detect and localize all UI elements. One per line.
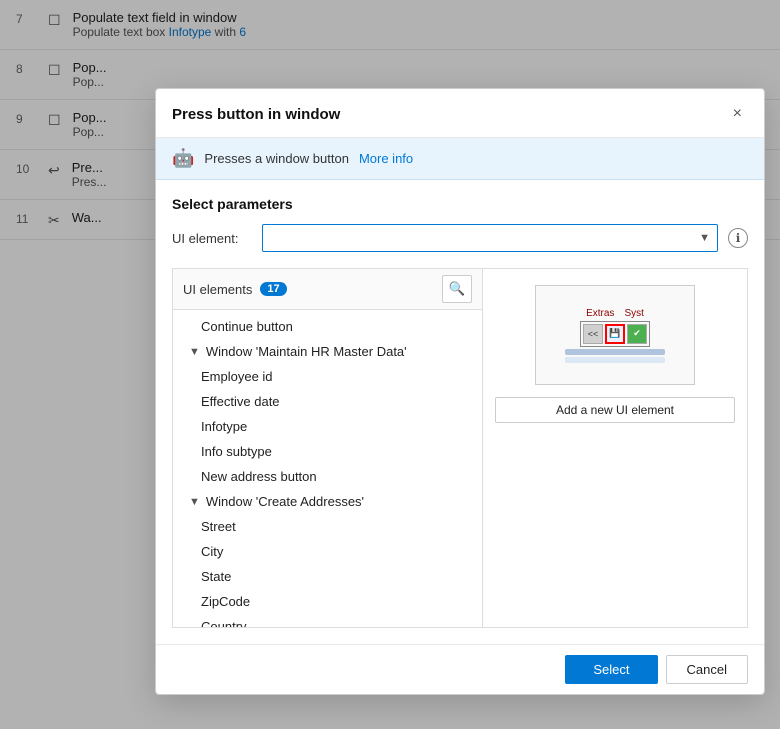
tree-item[interactable]: Effective date [173,389,482,414]
expand-icon: ▼ [189,346,200,358]
tree-item-label: Window 'Create Addresses' [206,494,364,509]
tree-item-label: Employee id [201,369,273,384]
press-button-modal: Press button in window × 🤖 Presses a win… [155,88,765,695]
tree-item[interactable]: State [173,564,482,589]
info-banner: 🤖 Presses a window button More info [156,138,764,180]
sap-menu-bar: Extras Syst [586,308,644,319]
panel-header: UI elements 17 🔍 [173,269,482,310]
robot-icon: 🤖 [172,148,194,169]
sap-toolbar-preview: Extras Syst << 💾 ✔ [565,308,665,363]
tree-item[interactable]: City [173,539,482,564]
sap-back-btn: << [583,324,603,344]
tree-item-label: ZipCode [201,594,250,609]
close-button[interactable]: × [727,103,748,125]
ui-elements-tree[interactable]: Continue button▼Window 'Maintain HR Mast… [173,310,482,627]
sap-line-1 [565,349,665,355]
tree-item-label: Continue button [201,319,293,334]
add-ui-element-button[interactable]: Add a new UI element [495,397,735,423]
tree-item[interactable]: Employee id [173,364,482,389]
two-column-layout: UI elements 17 🔍 Continue button▼Window … [172,268,748,628]
tree-item-label: City [201,544,223,559]
modal-body: Select parameters UI element: ▼ ℹ UI ele… [156,180,764,644]
tree-item-label: Infotype [201,419,247,434]
more-info-link[interactable]: More info [359,151,413,166]
search-icon: 🔍 [449,281,466,297]
tree-item[interactable]: Country [173,614,482,627]
expand-icon: ▼ [189,496,200,508]
info-icon-button[interactable]: ℹ [728,228,748,248]
tree-item[interactable]: ▼ Window 'Maintain HR Master Data' [173,339,482,364]
elements-badge: 17 [260,282,286,296]
sap-check-btn: ✔ [627,324,647,344]
cancel-button[interactable]: Cancel [666,655,748,684]
tree-item-label: State [201,569,231,584]
modal-title: Press button in window [172,106,340,123]
tree-item-label: Street [201,519,236,534]
ui-element-field-row: UI element: ▼ ℹ [172,224,748,252]
sap-save-btn: 💾 [605,324,625,344]
search-button[interactable]: 🔍 [442,275,472,303]
section-title: Select parameters [172,196,748,212]
tree-item[interactable]: ZipCode [173,589,482,614]
tree-item-label: New address button [201,469,317,484]
tree-item[interactable]: Info subtype [173,439,482,464]
preview-panel: Extras Syst << 💾 ✔ Add a new UI element [482,268,748,628]
ui-element-select[interactable] [262,224,718,252]
ui-elements-panel: UI elements 17 🔍 Continue button▼Window … [172,268,482,628]
select-button[interactable]: Select [565,655,657,684]
sap-button-row: << 💾 ✔ [580,321,650,347]
tree-item[interactable]: Continue button [173,314,482,339]
tree-item-label: Country [201,619,247,627]
info-text: Presses a window button [204,151,349,166]
tree-item[interactable]: ▼ Window 'Create Addresses' [173,489,482,514]
syst-menu: Syst [624,308,643,319]
tree-item-label: Effective date [201,394,280,409]
tree-item[interactable]: New address button [173,464,482,489]
extras-menu: Extras [586,308,614,319]
ui-element-select-wrap: ▼ [262,224,718,252]
tree-item[interactable]: Street [173,514,482,539]
panel-title: UI elements [183,282,252,297]
ui-element-label: UI element: [172,231,252,246]
element-preview: Extras Syst << 💾 ✔ [535,285,695,385]
modal-footer: Select Cancel [156,644,764,694]
tree-item[interactable]: Infotype [173,414,482,439]
tree-item-label: Window 'Maintain HR Master Data' [206,344,407,359]
modal-header: Press button in window × [156,89,764,138]
sap-line-2 [565,357,665,363]
tree-item-label: Info subtype [201,444,272,459]
